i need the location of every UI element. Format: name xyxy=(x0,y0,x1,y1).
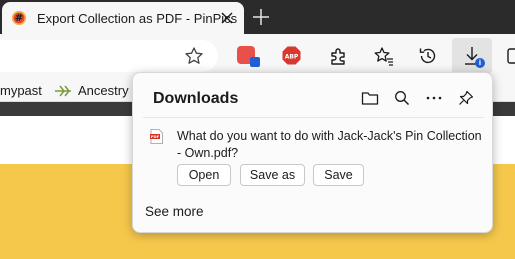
save-button[interactable]: Save xyxy=(313,164,364,186)
bookmark-ancestry[interactable]: Ancestry xyxy=(78,83,129,98)
search-icon xyxy=(395,91,409,105)
overflow-partial-icon xyxy=(507,48,515,64)
tab-strip: # Export Collection as PDF - PinPics xyxy=(0,0,515,34)
search-downloads-button[interactable] xyxy=(391,87,413,109)
save-as-button[interactable]: Save as xyxy=(240,164,305,186)
pdf-file-icon: PDF xyxy=(150,129,163,144)
more-options-button[interactable] xyxy=(423,87,445,109)
close-tab-icon[interactable] xyxy=(220,11,234,25)
downloads-flyout: Downloads PDF What do you want to do wit… xyxy=(132,72,493,233)
ancestry-leaf-icon xyxy=(55,85,71,97)
folder-icon xyxy=(361,92,379,105)
download-info-badge: i xyxy=(475,58,485,68)
pin-icon xyxy=(459,90,474,105)
pin-flyout-button[interactable] xyxy=(455,87,477,109)
history-icon[interactable] xyxy=(418,46,438,66)
new-tab-icon[interactable] xyxy=(252,8,270,26)
abp-label: ABP xyxy=(285,54,299,61)
star-icon[interactable] xyxy=(184,46,204,66)
extension-badge xyxy=(250,57,260,67)
flyout-divider xyxy=(143,117,484,118)
active-tab[interactable]: # Export Collection as PDF - PinPics xyxy=(2,2,244,34)
see-more-link[interactable]: See more xyxy=(145,204,204,219)
open-button[interactable]: Open xyxy=(177,164,231,186)
download-prompt-message: What do you want to do with Jack-Jack's … xyxy=(177,129,482,160)
more-dots-icon xyxy=(426,96,442,100)
favorites-icon[interactable] xyxy=(374,46,394,66)
pdf-icon-label: PDF xyxy=(151,134,160,139)
extensions-puzzle-icon[interactable] xyxy=(328,46,348,66)
bookmark-mypast[interactable]: mypast xyxy=(0,83,42,98)
abp-icon[interactable]: ABP xyxy=(282,46,301,65)
open-folder-button[interactable] xyxy=(359,87,381,109)
pinpics-favicon-icon: # xyxy=(12,11,26,25)
tab-title: Export Collection as PDF - PinPics xyxy=(37,10,238,26)
downloads-title: Downloads xyxy=(153,90,239,107)
